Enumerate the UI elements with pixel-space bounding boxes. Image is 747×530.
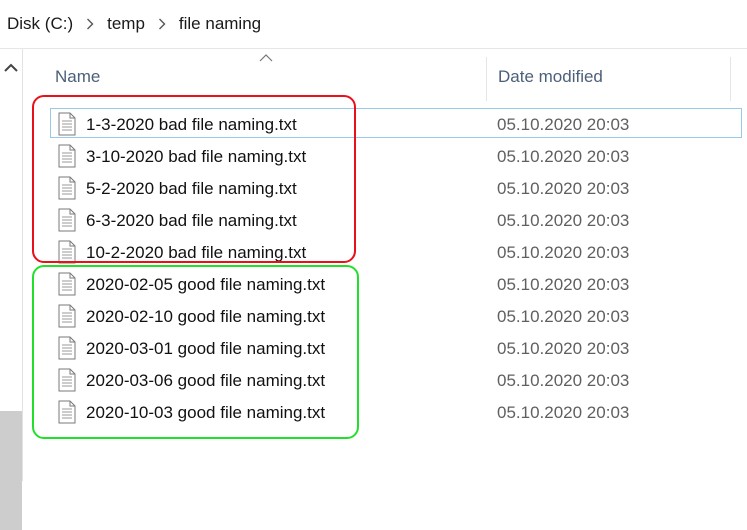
chevron-right-icon[interactable] — [73, 0, 107, 48]
file-date-modified: 05.10.2020 20:03 — [497, 115, 630, 134]
column-header: Name Date modified — [22, 49, 747, 105]
column-name-header[interactable]: Name — [55, 67, 100, 87]
chevron-right-icon[interactable] — [145, 0, 179, 48]
breadcrumb: Disk (C:) temp file naming — [0, 0, 747, 49]
sort-ascending-icon — [259, 54, 273, 62]
breadcrumb-item-temp[interactable]: temp — [107, 14, 145, 34]
file-name: 10-2-2020 bad file naming.txt — [86, 243, 307, 262]
text-file-icon — [58, 304, 76, 328]
column-date-modified-header[interactable]: Date modified — [498, 67, 603, 87]
file-name: 6-3-2020 bad file naming.txt — [86, 211, 297, 230]
file-name: 2020-02-10 good file naming.txt — [86, 307, 326, 326]
file-name: 3-10-2020 bad file naming.txt — [86, 147, 307, 166]
breadcrumb-item-disk[interactable]: Disk (C:) — [7, 14, 73, 34]
breadcrumb-item-file-naming[interactable]: file naming — [179, 14, 261, 34]
text-file-icon — [58, 240, 76, 264]
file-name: 2020-03-01 good file naming.txt — [86, 339, 326, 358]
file-date-modified: 05.10.2020 20:03 — [497, 275, 630, 294]
file-name: 2020-02-05 good file naming.txt — [86, 275, 326, 294]
file-name: 2020-10-03 good file naming.txt — [86, 403, 326, 422]
file-date-modified: 05.10.2020 20:03 — [497, 211, 630, 230]
text-file-icon — [58, 144, 76, 168]
file-row[interactable]: 2020-10-03 good file naming.txt 05.10.20… — [22, 396, 747, 428]
file-name: 1-3-2020 bad file naming.txt — [86, 115, 297, 134]
file-date-modified: 05.10.2020 20:03 — [497, 371, 630, 390]
text-file-icon — [58, 400, 76, 424]
file-name: 5-2-2020 bad file naming.txt — [86, 179, 297, 198]
chevron-up-icon[interactable] — [3, 61, 19, 75]
text-file-icon — [58, 336, 76, 360]
scrollbar-thumb[interactable] — [0, 411, 22, 530]
file-row[interactable]: 2020-03-01 good file naming.txt 05.10.20… — [22, 332, 747, 364]
file-date-modified: 05.10.2020 20:03 — [497, 243, 630, 262]
file-date-modified: 05.10.2020 20:03 — [497, 307, 630, 326]
file-date-modified: 05.10.2020 20:03 — [497, 147, 630, 166]
file-row[interactable]: 3-10-2020 bad file naming.txt 05.10.2020… — [22, 140, 747, 172]
file-row[interactable]: 5-2-2020 bad file naming.txt 05.10.2020 … — [22, 172, 747, 204]
file-row[interactable]: 2020-03-06 good file naming.txt 05.10.20… — [22, 364, 747, 396]
text-file-icon — [58, 368, 76, 392]
file-row[interactable]: 6-3-2020 bad file naming.txt 05.10.2020 … — [22, 204, 747, 236]
column-divider[interactable] — [486, 57, 487, 101]
file-date-modified: 05.10.2020 20:03 — [497, 179, 630, 198]
text-file-icon — [58, 208, 76, 232]
column-divider[interactable] — [730, 57, 731, 101]
file-row[interactable]: 10-2-2020 bad file naming.txt 05.10.2020… — [22, 236, 747, 268]
file-name: 2020-03-06 good file naming.txt — [86, 371, 326, 390]
vertical-scrollbar[interactable] — [0, 49, 23, 530]
file-row[interactable]: 2020-02-05 good file naming.txt 05.10.20… — [22, 268, 747, 300]
text-file-icon — [58, 272, 76, 296]
text-file-icon — [58, 176, 76, 200]
text-file-icon — [58, 112, 76, 136]
file-date-modified: 05.10.2020 20:03 — [497, 403, 630, 422]
file-row[interactable]: 2020-02-10 good file naming.txt 05.10.20… — [22, 300, 747, 332]
file-date-modified: 05.10.2020 20:03 — [497, 339, 630, 358]
file-row[interactable]: 1-3-2020 bad file naming.txt 05.10.2020 … — [22, 108, 747, 140]
